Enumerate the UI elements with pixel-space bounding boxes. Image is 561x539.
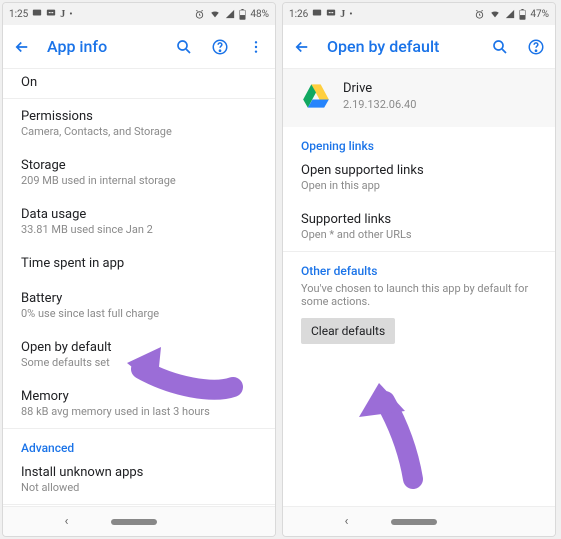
row-install-unknown[interactable]: Install unknown apps Not allowed	[3, 459, 275, 504]
alarm-icon	[194, 9, 205, 20]
clear-defaults-button[interactable]: Clear defaults	[301, 318, 395, 344]
app-bar: Open by default	[283, 25, 555, 69]
battery-icon	[239, 9, 246, 20]
help-icon[interactable]	[525, 36, 547, 58]
notification-dot-icon: •	[349, 9, 352, 20]
nav-back-icon[interactable]: ‹	[65, 514, 69, 529]
status-time: 1:25	[9, 9, 28, 20]
alarm-icon	[474, 9, 485, 20]
notification-music-icon: J	[340, 9, 345, 20]
row-label: Storage	[21, 158, 257, 173]
row-sublabel: Open in this app	[301, 179, 537, 192]
app-name: Drive	[343, 81, 416, 96]
row-label: Battery	[21, 291, 257, 306]
status-right: 47%	[474, 9, 549, 20]
row-sublabel: Open * and other URLs	[301, 228, 537, 241]
app-header-text: Drive 2.19.132.06.40	[343, 81, 416, 111]
app-bar: App info	[3, 25, 275, 69]
row-label: Open by default	[21, 340, 257, 355]
notification-sms-icon	[32, 8, 42, 21]
row-battery[interactable]: Battery 0% use since last full charge	[3, 281, 275, 330]
phone-right: 1:26 J • 47%	[282, 2, 556, 537]
row-label: Permissions	[21, 109, 257, 124]
help-icon[interactable]	[209, 36, 231, 58]
nav-bar: ‹	[3, 506, 275, 536]
row-label: Time spent in app	[21, 256, 257, 271]
nav-bar: ‹	[283, 506, 555, 536]
notification-chat-icon	[326, 8, 336, 21]
row-time-spent[interactable]: Time spent in app	[3, 246, 275, 281]
row-label: Install unknown apps	[21, 465, 257, 480]
status-right: 48%	[194, 9, 269, 20]
row-sublabel: Not allowed	[21, 481, 257, 494]
app-header-block: Drive 2.19.132.06.40	[283, 69, 555, 127]
section-store[interactable]: Store	[3, 505, 275, 506]
overflow-menu-icon[interactable]	[245, 36, 267, 58]
section-other-defaults: Other defaults	[283, 252, 555, 282]
back-icon[interactable]	[291, 36, 313, 58]
app-version: 2.19.132.06.40	[343, 98, 416, 111]
row-sublabel: Camera, Contacts, and Storage	[21, 125, 257, 138]
row-on[interactable]: On	[3, 69, 275, 98]
page-title: Open by default	[327, 37, 475, 56]
row-sublabel: 209 MB used in internal storage	[21, 174, 257, 187]
row-sublabel: Some defaults set	[21, 356, 257, 369]
row-permissions[interactable]: Permissions Camera, Contacts, and Storag…	[3, 99, 275, 148]
app-header-row: Drive 2.19.132.06.40	[283, 69, 555, 127]
row-memory[interactable]: Memory 88 kB avg memory used in last 3 h…	[3, 379, 275, 428]
notification-dot-icon: •	[69, 9, 72, 20]
status-bar: 1:25 J • 48%	[3, 3, 275, 25]
row-label: Supported links	[301, 212, 537, 227]
wifi-icon	[209, 9, 221, 19]
status-bar: 1:26 J • 47%	[283, 3, 555, 25]
nav-home-pill[interactable]	[391, 519, 437, 525]
notification-chat-icon	[46, 8, 56, 21]
nav-back-icon[interactable]: ‹	[345, 514, 349, 529]
signal-icon	[505, 9, 515, 19]
wifi-icon	[489, 9, 501, 19]
row-supported-links[interactable]: Supported links Open * and other URLs	[283, 202, 555, 251]
status-left: 1:25 J •	[9, 8, 73, 21]
row-sublabel: 0% use since last full charge	[21, 307, 257, 320]
row-storage[interactable]: Storage 209 MB used in internal storage	[3, 148, 275, 197]
notification-sms-icon	[312, 8, 322, 21]
status-left: 1:26 J •	[289, 8, 353, 21]
battery-pct: 47%	[530, 9, 549, 20]
row-sublabel: 33.81 MB used since Jan 2	[21, 223, 257, 236]
row-data-usage[interactable]: Data usage 33.81 MB used since Jan 2	[3, 197, 275, 246]
page-title: App info	[47, 37, 159, 56]
row-label: Data usage	[21, 207, 257, 222]
status-time: 1:26	[289, 9, 308, 20]
drive-app-icon	[301, 81, 331, 111]
search-icon[interactable]	[489, 36, 511, 58]
back-icon[interactable]	[11, 36, 33, 58]
row-label: Memory	[21, 389, 257, 404]
other-defaults-description: You've chosen to launch this app by defa…	[283, 282, 555, 314]
content-area: On Permissions Camera, Contacts, and Sto…	[3, 69, 275, 506]
notification-music-icon: J	[60, 9, 65, 20]
row-sublabel: 88 kB avg memory used in last 3 hours	[21, 405, 257, 418]
phone-left: 1:25 J • 48%	[2, 2, 276, 537]
battery-pct: 48%	[250, 9, 269, 20]
search-icon[interactable]	[173, 36, 195, 58]
section-advanced[interactable]: Advanced	[3, 429, 275, 459]
row-open-by-default[interactable]: Open by default Some defaults set	[3, 330, 275, 379]
nav-home-pill[interactable]	[111, 519, 157, 525]
annotation-arrow-icon	[353, 379, 443, 489]
section-opening-links: Opening links	[283, 127, 555, 157]
row-open-supported-links[interactable]: Open supported links Open in this app	[283, 157, 555, 202]
signal-icon	[225, 9, 235, 19]
battery-icon	[519, 9, 526, 20]
row-label: Open supported links	[301, 163, 537, 178]
row-label: On	[21, 75, 257, 90]
content-area: Drive 2.19.132.06.40 Opening links Open …	[283, 69, 555, 506]
